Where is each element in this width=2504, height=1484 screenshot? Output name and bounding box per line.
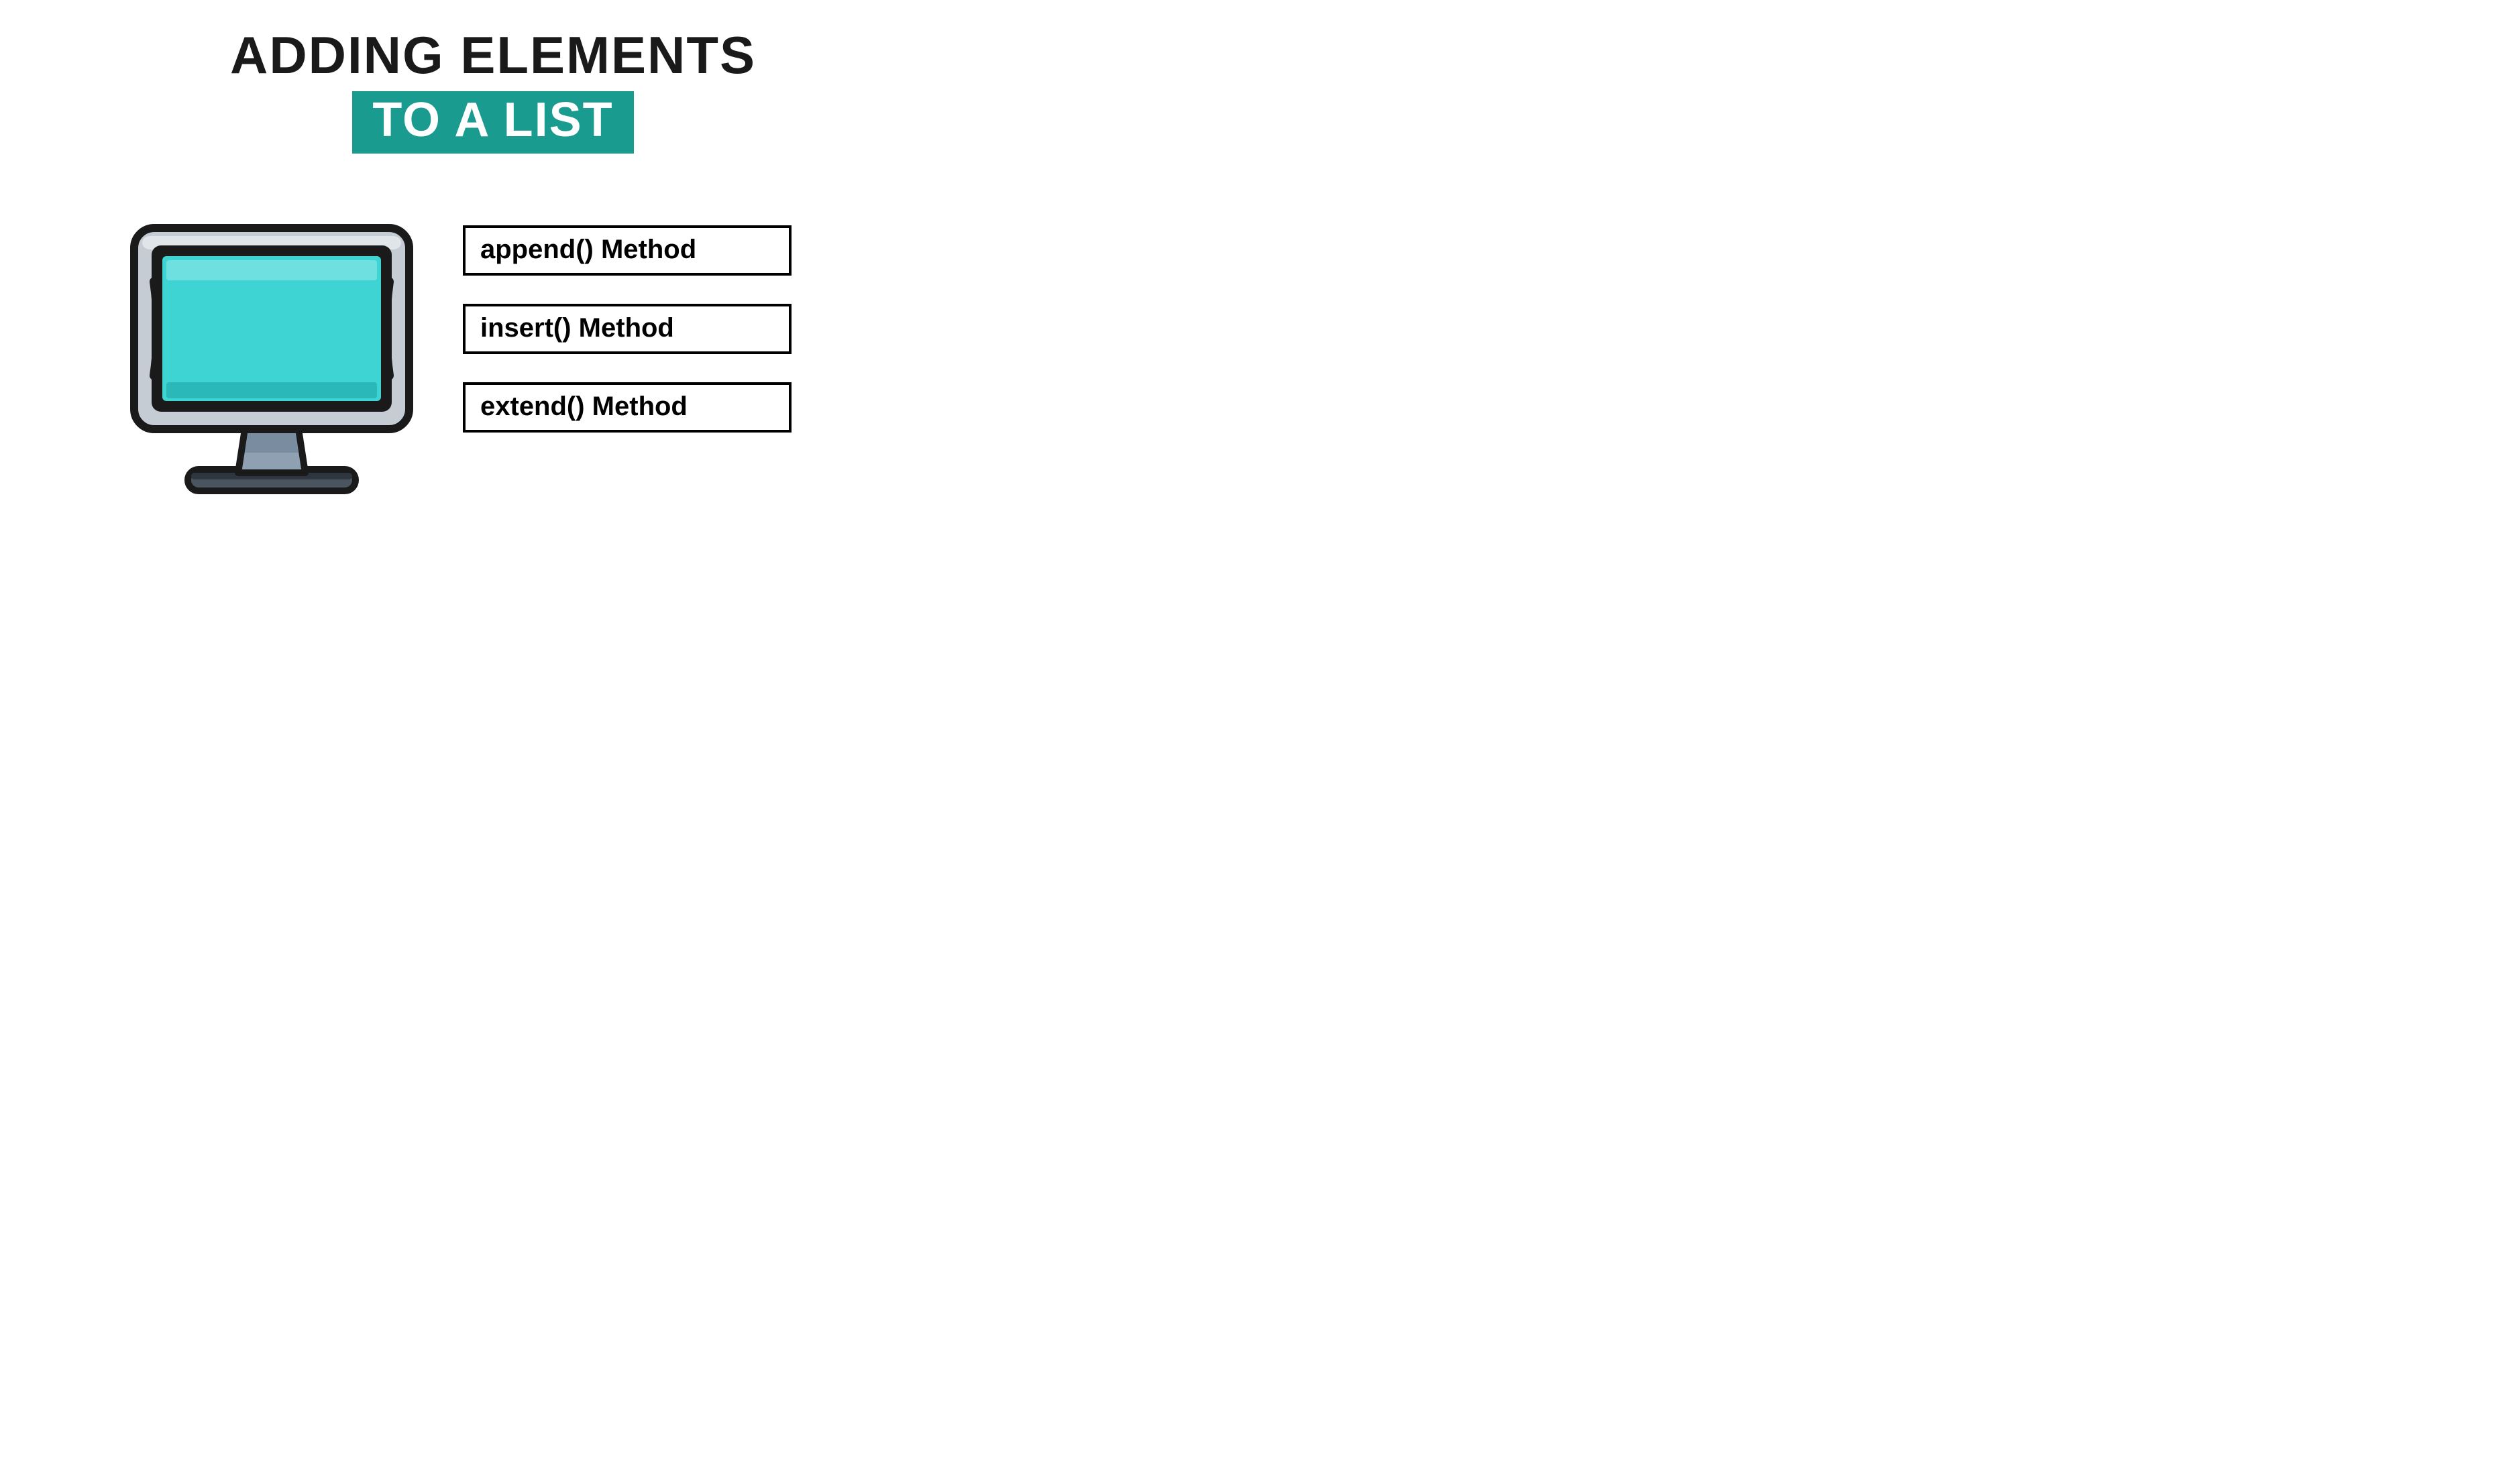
title-line-2: TO A LIST xyxy=(372,93,613,147)
method-label: extend() Method xyxy=(480,392,688,421)
content-row: append() Method insert() Method extend()… xyxy=(127,221,906,500)
method-label: append() Method xyxy=(480,235,696,264)
title-line-1: ADDING ELEMENTS xyxy=(0,27,986,84)
monitor-icon xyxy=(127,221,416,496)
method-list: append() Method insert() Method extend()… xyxy=(463,221,906,433)
method-label: insert() Method xyxy=(480,313,674,343)
title-block: ADDING ELEMENTS TO A LIST xyxy=(0,27,986,154)
method-item-extend: extend() Method xyxy=(463,382,792,433)
method-item-append: append() Method xyxy=(463,225,792,276)
method-item-insert: insert() Method xyxy=(463,304,792,354)
title-line-2-highlight: TO A LIST xyxy=(352,91,633,154)
monitor-illustration xyxy=(127,221,416,500)
